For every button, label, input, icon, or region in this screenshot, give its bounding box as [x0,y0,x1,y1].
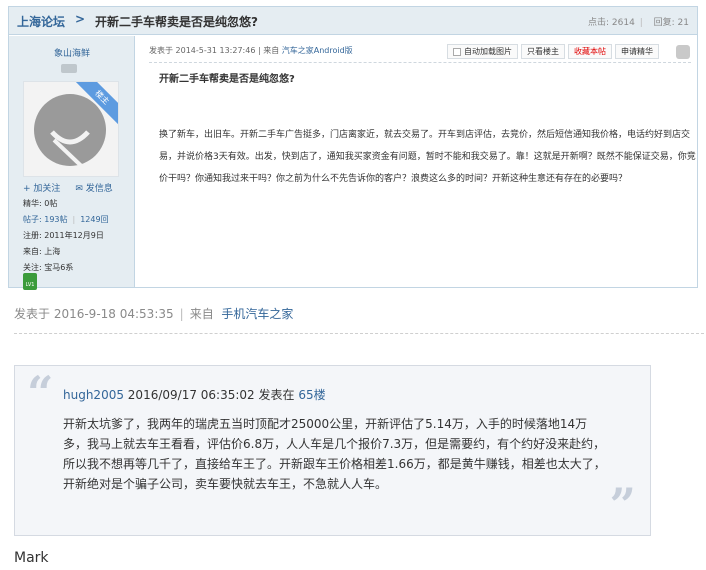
puzzle-icon[interactable] [676,45,690,59]
breadcrumb-separator: > [75,12,86,26]
author-profile: 精华: 0帖 帖子: 193帖 | 1249回 注册: 2011年12月9日 来自:… [23,196,133,276]
views-count: 点击: 2614 [588,18,635,28]
author-avatar[interactable]: 楼主 [23,81,119,177]
post-meta: 发表于 2014-5-31 13:27:46 | 来自 汽车之家Android版 [149,45,353,56]
quote-author-link[interactable]: hugh2005 [63,388,124,402]
quote-block: “ hugh2005 2016/09/17 06:35:02 发表在 65楼 开… [14,365,651,536]
auto-load-images-toggle[interactable]: 自动加载图片 [447,44,518,59]
forum-breadcrumb-link[interactable]: 上海论坛 [17,13,65,30]
thread-stats: 点击: 2614 | 回复: 21 [586,15,689,28]
post-time: 发表于 2014-5-31 13:27:46 | 来自 [149,46,282,55]
reply-meta: 发表于 2016-9-18 04:53:35 | 来自 手机汽车之家 [14,305,293,322]
author-location: 来自: 上海 [23,247,61,256]
send-message-link[interactable]: 发信息 [86,184,113,194]
level-badge-icon: LV1 [23,273,37,290]
author-sidebar: 象山海鲜 楼主 + 加关注 ✉ 发信息 精华: 0帖 帖子: 193帖 | 1249… [9,36,135,290]
post-source-link[interactable]: 汽车之家Android版 [282,46,353,55]
counts-divider: | [72,215,76,224]
thread-panel: 上海论坛 > 开新二手车帮卖是否是纯忽悠? 点击: 2614 | 回复: 21 … [8,6,698,290]
checkbox-icon[interactable] [453,47,461,56]
reply-text: Mark [14,550,49,566]
apply-essence-button[interactable]: 申请精华 [615,44,659,59]
quote-close-icon: ” [609,478,636,532]
follow-link[interactable]: 加关注 [33,184,60,194]
only-owner-button[interactable]: 只看楼主 [521,44,565,59]
post-body: 换了新车，出旧车。开新二手车广告挺多，门店离家近，就去交易了。开车到店评估，去竞… [159,130,696,184]
essence-count: 精华: 0帖 [23,199,58,208]
auto-load-label: 自动加载图片 [464,47,512,56]
replies-count: 回复: 21 [653,18,689,28]
author-name[interactable]: 象山海鲜 [9,46,135,59]
posts-count[interactable]: 帖子: 193帖 [23,215,68,224]
replies-total[interactable]: 1249回 [80,215,108,224]
quote-body: 开新太坑爹了，我两年的瑞虎五当时顶配才25000公里，开新评估了5.14万，入手… [63,417,606,491]
thread-header: 上海论坛 > 开新二手车帮卖是否是纯忽悠? 点击: 2614 | 回复: 21 [9,7,697,35]
registered-date: 注册: 2011年12月9日 [23,231,104,240]
reply-source-link[interactable]: 手机汽车之家 [221,307,293,321]
quote-header: hugh2005 2016/09/17 06:35:02 发表在 65楼 [63,386,326,403]
post-title: 开新二手车帮卖是否是纯忽悠? [159,74,295,85]
favorite-button[interactable]: 收藏本帖 [568,44,612,59]
quote-open-icon: “ [27,366,54,420]
stats-divider: | [639,18,643,28]
add-follow-icon: + [23,184,31,194]
author-actions: + 加关注 ✉ 发信息 [23,181,113,194]
online-status-icon [61,64,77,73]
post-toolbar: 自动加载图片 只看楼主 收藏本帖 申请精华 [447,44,659,59]
reply-meta-divider: | [179,307,184,321]
followed-car: 关注: 宝马6系 [23,263,74,272]
thread-title: 开新二手车帮卖是否是纯忽悠? [95,15,258,29]
quote-floor-link[interactable]: 65楼 [298,388,325,402]
reply-from-label: 来自 [189,307,214,321]
reply-time: 发表于 2016-9-18 04:53:35 [14,307,174,321]
post-counts: 帖子: 193帖 | 1249回 [23,212,133,228]
post-divider [149,62,691,63]
message-icon: ✉ [75,184,83,194]
quote-time: 2016/09/17 06:35:02 发表在 [123,388,299,402]
reply-divider [14,333,704,334]
